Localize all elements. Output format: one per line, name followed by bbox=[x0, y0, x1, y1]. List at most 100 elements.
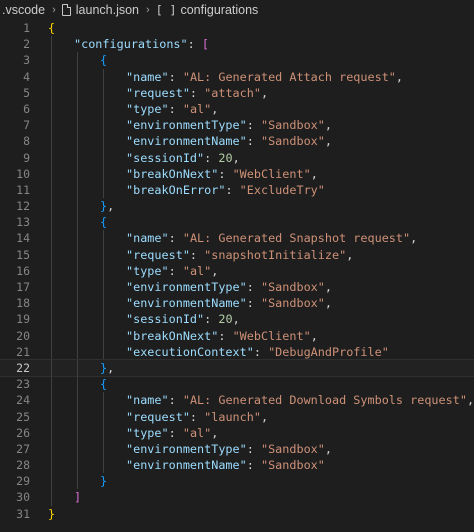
indent-guide bbox=[77, 279, 78, 296]
indent-guide bbox=[77, 246, 78, 263]
json-string: "AL: Generated Attach request" bbox=[182, 69, 396, 84]
line-number: 12 bbox=[16, 199, 30, 214]
code-line[interactable]: 30] bbox=[0, 489, 474, 506]
indent-guide bbox=[51, 117, 52, 134]
line-number: 30 bbox=[16, 490, 30, 505]
code-line[interactable]: 20 "breakOnNext": "WebClient", bbox=[0, 327, 474, 344]
code-line[interactable]: 14 "name": "AL: Generated Snapshot reques… bbox=[0, 230, 474, 247]
json-number: 20 bbox=[218, 312, 233, 327]
line-number: 23 bbox=[16, 377, 30, 392]
indent-guide bbox=[103, 262, 104, 279]
line-number: 28 bbox=[16, 458, 30, 473]
code-line[interactable]: 23 { bbox=[0, 376, 474, 393]
code-line[interactable]: 27 "environmentType": "Sandbox", bbox=[0, 440, 474, 458]
code-line[interactable]: 26 "type": "al", bbox=[0, 424, 474, 441]
json-punctuation: : bbox=[253, 344, 269, 359]
json-punctuation: , bbox=[410, 231, 418, 246]
code-line[interactable]: 13 { bbox=[0, 214, 474, 231]
json-punctuation: , bbox=[260, 409, 269, 424]
indent-guide bbox=[103, 117, 104, 134]
json-key: "request" bbox=[126, 409, 190, 424]
code-line[interactable]: 16 "type": "al", bbox=[0, 262, 474, 279]
code-line[interactable]: 21 "executionContext": "DebugAndProfile" bbox=[0, 343, 474, 360]
code-line[interactable]: 8 "environmentName": "Sandbox", bbox=[0, 133, 474, 150]
code-line[interactable]: 10 "breakOnNext": "WebClient", bbox=[0, 165, 474, 182]
line-number: 8 bbox=[23, 134, 30, 149]
json-bracket: { bbox=[100, 215, 108, 230]
json-punctuation: : bbox=[189, 247, 205, 262]
code-line[interactable]: 11 "breakOnError": "ExcludeTry" bbox=[0, 181, 474, 199]
json-bracket: [ bbox=[201, 37, 209, 52]
indent-guide bbox=[77, 117, 78, 134]
json-string: "Sandbox" bbox=[260, 296, 325, 311]
code-line[interactable]: 6 "type": "al", bbox=[0, 100, 474, 118]
json-string: "DebugAndProfile" bbox=[268, 344, 389, 359]
code-line[interactable]: 24 "name": "AL: Generated Download Symbol… bbox=[0, 392, 474, 409]
code-line[interactable]: 9 "sessionId": 20, bbox=[0, 149, 474, 166]
indent-guide bbox=[103, 181, 104, 199]
code-line[interactable]: 17 "environmentType": "Sandbox", bbox=[0, 279, 474, 296]
code-line[interactable]: 18 "environmentName": "Sandbox", bbox=[0, 295, 474, 312]
line-number: 5 bbox=[23, 85, 30, 100]
json-punctuation: : bbox=[246, 458, 261, 473]
line-number: 2 bbox=[23, 37, 30, 52]
code-line[interactable]: 2 "configurations": [ bbox=[0, 36, 474, 53]
json-punctuation: , bbox=[211, 425, 219, 440]
line-number: 27 bbox=[16, 441, 30, 456]
code-line[interactable]: 31} bbox=[0, 506, 474, 522]
code-line[interactable]: 29} bbox=[0, 473, 474, 490]
indent-guide bbox=[77, 311, 78, 328]
indent-guide bbox=[51, 198, 52, 215]
code-text: "executionContext": "DebugAndProfile" bbox=[30, 343, 389, 360]
code-text: ] bbox=[30, 489, 81, 506]
indent-guide bbox=[77, 473, 78, 490]
code-text: "type": "al", bbox=[30, 262, 218, 279]
code-line[interactable]: 28 "environmentName": "Sandbox" bbox=[0, 457, 474, 474]
code-editor[interactable]: 1{2 "configurations": [3{4 "name": "AL: Ge… bbox=[0, 20, 474, 522]
breadcrumb-symbol[interactable]: configurations bbox=[180, 3, 258, 17]
code-text: { bbox=[30, 214, 108, 231]
indent-guide bbox=[77, 68, 78, 85]
indent-guide bbox=[103, 343, 104, 360]
json-key: "environmentName" bbox=[126, 458, 247, 473]
json-key: "sessionId" bbox=[126, 312, 205, 327]
code-text: "configurations": [ bbox=[30, 36, 209, 53]
code-line[interactable]: 19 "sessionId": 20, bbox=[0, 311, 474, 328]
indent-guide bbox=[77, 52, 78, 69]
code-line[interactable]: 5 "request": "attach", bbox=[0, 84, 474, 101]
json-punctuation: : bbox=[246, 118, 261, 133]
json-key: "request" bbox=[126, 85, 190, 100]
code-line[interactable]: 7 "environmentType": "Sandbox", bbox=[0, 117, 474, 134]
json-string: "Sandbox" bbox=[260, 458, 325, 473]
json-key: "name" bbox=[126, 69, 169, 84]
json-key: "breakOnNext" bbox=[126, 328, 219, 343]
code-line[interactable]: 12}, bbox=[0, 198, 474, 215]
code-line[interactable]: 22}, bbox=[0, 358, 474, 378]
indent-guide bbox=[77, 392, 78, 409]
indent-guide bbox=[103, 68, 104, 85]
code-line[interactable]: 25 "request": "launch", bbox=[0, 408, 474, 425]
json-punctuation: : bbox=[168, 425, 183, 440]
line-number: 1 bbox=[23, 21, 30, 35]
json-bracket: { bbox=[100, 53, 108, 68]
json-key: "name" bbox=[126, 231, 169, 246]
code-line[interactable]: 4 "name": "AL: Generated Attach request", bbox=[0, 68, 474, 85]
indent-guide bbox=[103, 279, 104, 296]
breadcrumb-file[interactable]: launch.json bbox=[76, 3, 139, 17]
indent-guide bbox=[51, 343, 52, 360]
code-line[interactable]: 15 "request": "snapshotInitialize", bbox=[0, 246, 474, 263]
json-punctuation: , bbox=[324, 296, 332, 311]
code-line[interactable]: 1{ bbox=[0, 20, 474, 36]
breadcrumb-folder[interactable]: .vscode bbox=[2, 3, 45, 17]
indent-guide bbox=[51, 279, 52, 296]
indent-guide bbox=[103, 295, 104, 312]
indent-guide bbox=[103, 246, 104, 263]
indent-guide bbox=[51, 133, 52, 150]
json-number: 20 bbox=[218, 150, 233, 165]
array-symbol-icon: [ ] bbox=[155, 3, 177, 17]
code-text: "request": "snapshotInitialize", bbox=[30, 246, 353, 263]
indent-guide bbox=[51, 52, 52, 69]
code-text: "request": "launch", bbox=[30, 408, 269, 425]
json-key: "environmentType" bbox=[126, 441, 247, 456]
code-line[interactable]: 3{ bbox=[0, 52, 474, 69]
